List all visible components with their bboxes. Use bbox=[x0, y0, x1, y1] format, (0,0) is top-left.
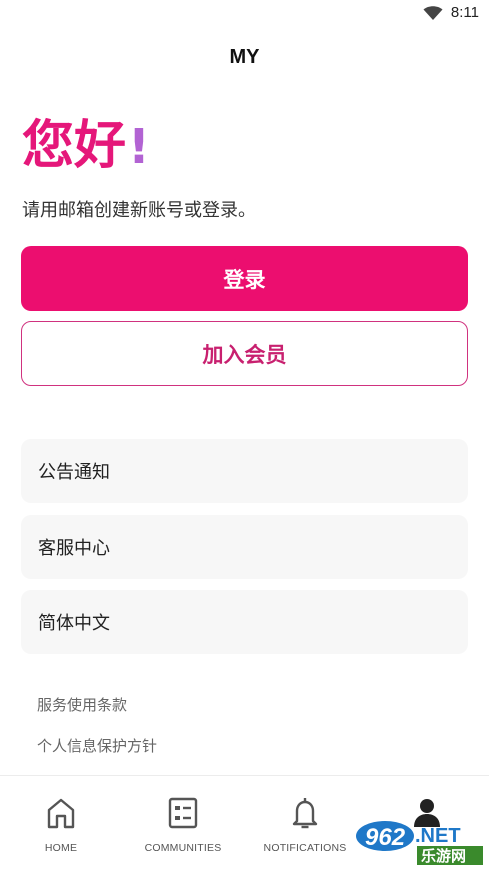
greeting-text: 您好 bbox=[22, 116, 127, 176]
privacy-policy-link[interactable]: 个人信息保护方针 bbox=[37, 735, 157, 756]
status-right: 8:11 bbox=[423, 4, 479, 21]
bell-icon bbox=[292, 798, 318, 829]
watermark-logo: 962 .NET 乐游网 bbox=[356, 821, 483, 865]
nav-communities[interactable]: COMMUNITIES bbox=[122, 776, 244, 869]
watermark-number: 962 bbox=[365, 824, 406, 851]
wifi-icon bbox=[423, 5, 443, 20]
menu-item-announcements[interactable]: 公告通知 bbox=[21, 439, 468, 503]
greeting: 您好 ! bbox=[22, 116, 150, 176]
subtitle: 请用邮箱创建新账号或登录。 bbox=[22, 200, 256, 221]
status-time: 8:11 bbox=[450, 4, 479, 21]
list-icon bbox=[168, 797, 198, 829]
status-bar: 8:11 bbox=[0, 0, 489, 26]
nav-label: NOTIFICATIONS bbox=[263, 842, 347, 854]
menu-item-customer-service[interactable]: 客服中心 bbox=[21, 515, 468, 579]
login-button[interactable]: 登录 bbox=[21, 246, 468, 311]
page-title: MY bbox=[229, 46, 260, 68]
nav-label: COMMUNITIES bbox=[144, 842, 222, 854]
menu-item-language[interactable]: 简体中文 bbox=[21, 590, 468, 654]
terms-of-service-link[interactable]: 服务使用条款 bbox=[37, 694, 127, 715]
nav-label: HOME bbox=[44, 842, 78, 854]
menu-item-label: 公告通知 bbox=[38, 462, 110, 483]
watermark-text: 乐游网 bbox=[421, 847, 466, 865]
menu-item-label: 简体中文 bbox=[38, 613, 110, 634]
home-icon bbox=[47, 798, 75, 829]
join-membership-button[interactable]: 加入会员 bbox=[21, 321, 468, 386]
watermark-suffix: .NET bbox=[415, 825, 461, 847]
menu-item-label: 客服中心 bbox=[38, 538, 110, 559]
nav-notifications[interactable]: NOTIFICATIONS bbox=[244, 776, 366, 869]
greeting-exclamation: ! bbox=[128, 119, 150, 175]
nav-home[interactable]: HOME bbox=[0, 776, 122, 869]
